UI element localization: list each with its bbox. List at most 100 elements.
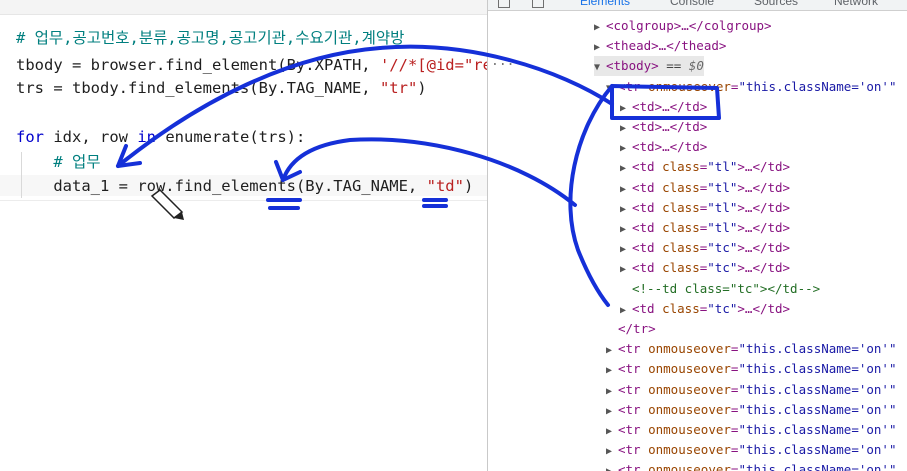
code-editor[interactable]: # 업무,공고번호,분류,공고명,공고기관,수요기관,계약방 tbody = br…: [0, 0, 487, 471]
tab-network[interactable]: Network: [834, 0, 878, 8]
expand-toggle-icon[interactable]: ▶: [620, 220, 632, 240]
editor-top-bar: [0, 0, 487, 15]
dom-node[interactable]: ▶ <td class="tc">…</td>: [620, 238, 790, 258]
dom-node-text: <td: [632, 159, 663, 175]
dom-node-text: <tr: [618, 381, 649, 397]
expand-toggle-icon[interactable]: ▼: [594, 58, 606, 78]
dom-node-text: >…</td>: [737, 300, 791, 316]
code-token: data_1 = row.find_elements(By.TAG_NAME,: [16, 177, 427, 195]
dom-node[interactable]: ▼ <tr onmouseover="this.className='on'": [606, 77, 896, 97]
dom-node-text: >…</td>: [737, 159, 791, 175]
dom-node-text: "this.className='on'": [738, 78, 897, 94]
inspect-element-icon[interactable]: [498, 0, 510, 8]
dom-node[interactable]: <!--td class="tc"></td-->: [620, 279, 820, 299]
dom-node-text: <tr: [618, 341, 649, 357]
dom-node[interactable]: ▶<tr onmouseover="this.className='on'": [606, 359, 896, 379]
code-line[interactable]: data_1 = row.find_elements(By.TAG_NAME, …: [16, 176, 473, 197]
dom-node-text: <td: [632, 220, 663, 235]
dom-node-text: onmouseover: [648, 422, 731, 437]
expand-toggle-icon[interactable]: ▼: [606, 79, 618, 99]
dom-node-text: "this.className='on'": [738, 341, 897, 357]
expand-toggle-icon[interactable]: ▶: [606, 341, 618, 361]
code-line[interactable]: # 업무,공고번호,분류,공고명,공고기관,수요기관,계약방: [16, 28, 404, 49]
dom-node[interactable]: ▶ <td>…</td>: [620, 137, 707, 157]
code-line[interactable]: trs = tbody.find_elements(By.TAG_NAME, "…: [16, 78, 427, 99]
expand-toggle-icon[interactable]: ▶: [620, 301, 632, 321]
dom-node-text: </tr>: [618, 321, 656, 336]
expand-toggle-icon[interactable]: ▶: [620, 119, 632, 139]
dom-node-text: <td>…</td>: [632, 98, 708, 114]
dom-node-text: class: [662, 260, 700, 276]
code-token: '//*[@id="resu: [379, 56, 487, 74]
dom-node[interactable]: ▶ <td class="tl">…</td>: [620, 218, 790, 238]
expand-toggle-icon[interactable]: ▶: [620, 99, 632, 119]
dom-node-text: ==: [658, 58, 689, 74]
dom-node[interactable]: ▶ <td class="tc">…</td>: [620, 258, 790, 278]
dom-node-text: >…</td>: [737, 179, 791, 195]
dom-node-text: class: [662, 300, 700, 316]
dom-node[interactable]: ▶ <td class="tl">…</td>: [620, 157, 790, 177]
expand-toggle-icon[interactable]: ▶: [606, 382, 618, 402]
dom-node-text: <td>…</td>: [632, 139, 708, 155]
tab-elements[interactable]: Elements: [580, 0, 630, 8]
dom-node[interactable]: ▶ <thead>…</thead>: [594, 36, 726, 56]
expand-toggle-icon[interactable]: ▶: [620, 260, 632, 280]
dom-node[interactable]: ▶<tr onmouseover="this.className='on'": [606, 440, 896, 460]
dom-node-text: "this.className='on'": [738, 442, 897, 458]
dom-node-text: "tl": [707, 159, 738, 175]
code-token: "td": [426, 177, 464, 195]
expand-toggle-icon[interactable]: ▶: [606, 442, 618, 462]
dom-node[interactable]: ▶<tr onmouseover="this.className='on'": [606, 339, 896, 359]
expand-toggle-icon[interactable]: ▶: [594, 38, 606, 58]
code-line[interactable]: # 업무: [16, 152, 101, 173]
expand-toggle-icon[interactable]: ▶: [606, 462, 618, 471]
more-actions-ellipsis[interactable]: ...: [491, 54, 514, 69]
dom-node-text: class: [662, 220, 700, 235]
expand-toggle-icon[interactable]: ▶: [620, 139, 632, 159]
code-line[interactable]: for idx, row in enumerate(trs):: [16, 127, 305, 148]
dom-node-text: >…</td>: [737, 260, 791, 276]
dom-node[interactable]: ▶ <td class="tl">…</td>: [620, 178, 790, 198]
dom-node[interactable]: ▶ <td class="tl">…</td>: [620, 198, 790, 218]
dom-node-text: class: [662, 240, 700, 256]
expand-toggle-icon[interactable]: ▶: [620, 200, 632, 220]
expand-toggle-icon[interactable]: ▶: [606, 422, 618, 442]
dom-node-text: onmouseover: [648, 78, 731, 94]
dom-node-text: "this.className='on'": [738, 422, 897, 437]
tab-sources[interactable]: Sources: [754, 0, 798, 8]
expand-toggle-icon[interactable]: ▶: [620, 240, 632, 260]
device-toolbar-icon[interactable]: [532, 0, 544, 8]
code-token: ): [463, 177, 474, 195]
expand-toggle-icon[interactable]: ▶: [606, 361, 618, 381]
dom-node-text: "tl": [707, 199, 738, 215]
code-token: # 업무,공고번호,분류,공고명,공고기관,수요기관,계약방: [16, 29, 405, 47]
dom-node[interactable]: ▶ <colgroup>…</colgroup>: [594, 16, 772, 36]
dom-node-text: "tl": [707, 220, 738, 235]
dom-node-text: "tl": [707, 179, 738, 195]
code-token: # 업무: [16, 153, 101, 171]
dom-node-text: onmouseover: [648, 462, 731, 471]
expand-toggle-icon[interactable]: ▶: [620, 159, 632, 179]
devtools-panel: Elements Console Sources Network ... ▶ <c…: [487, 0, 907, 471]
code-token: for: [16, 128, 44, 146]
expand-toggle-icon[interactable]: ▶: [620, 180, 632, 200]
expand-toggle-icon[interactable]: [606, 321, 618, 341]
code-line[interactable]: tbody = browser.find_element(By.XPATH, '…: [16, 55, 487, 76]
dom-node[interactable]: ▶ <td class="tc">…</td>: [620, 299, 790, 319]
dom-node[interactable]: ▶<tr onmouseover="this.className='on'": [606, 420, 896, 440]
expand-toggle-icon[interactable]: ▶: [606, 402, 618, 422]
dom-node[interactable]: </tr>: [606, 319, 656, 339]
dom-node[interactable]: ▶<tr onmouseover="this.className='on'": [606, 400, 896, 420]
dom-node-selected[interactable]: ▼ <tbody> == $0: [594, 56, 704, 78]
tab-console[interactable]: Console: [670, 0, 714, 8]
dom-node-text: <!--td class="tc"></td-->: [632, 280, 821, 296]
dom-node[interactable]: ▶ <td>…</td>: [620, 117, 707, 137]
expand-toggle-icon[interactable]: [620, 281, 632, 301]
dom-node-text: onmouseover: [648, 341, 731, 357]
expand-toggle-icon[interactable]: ▶: [594, 18, 606, 38]
dom-node[interactable]: ▶<tr onmouseover="this.className='on'": [606, 380, 896, 400]
dom-node[interactable]: ▶ <td>…</td>: [620, 97, 707, 117]
dom-node-text: "this.className='on'": [738, 361, 897, 377]
dom-node-text: <tr: [618, 361, 649, 377]
dom-node[interactable]: ▶<tr onmouseover="this.className='on'": [606, 460, 896, 471]
